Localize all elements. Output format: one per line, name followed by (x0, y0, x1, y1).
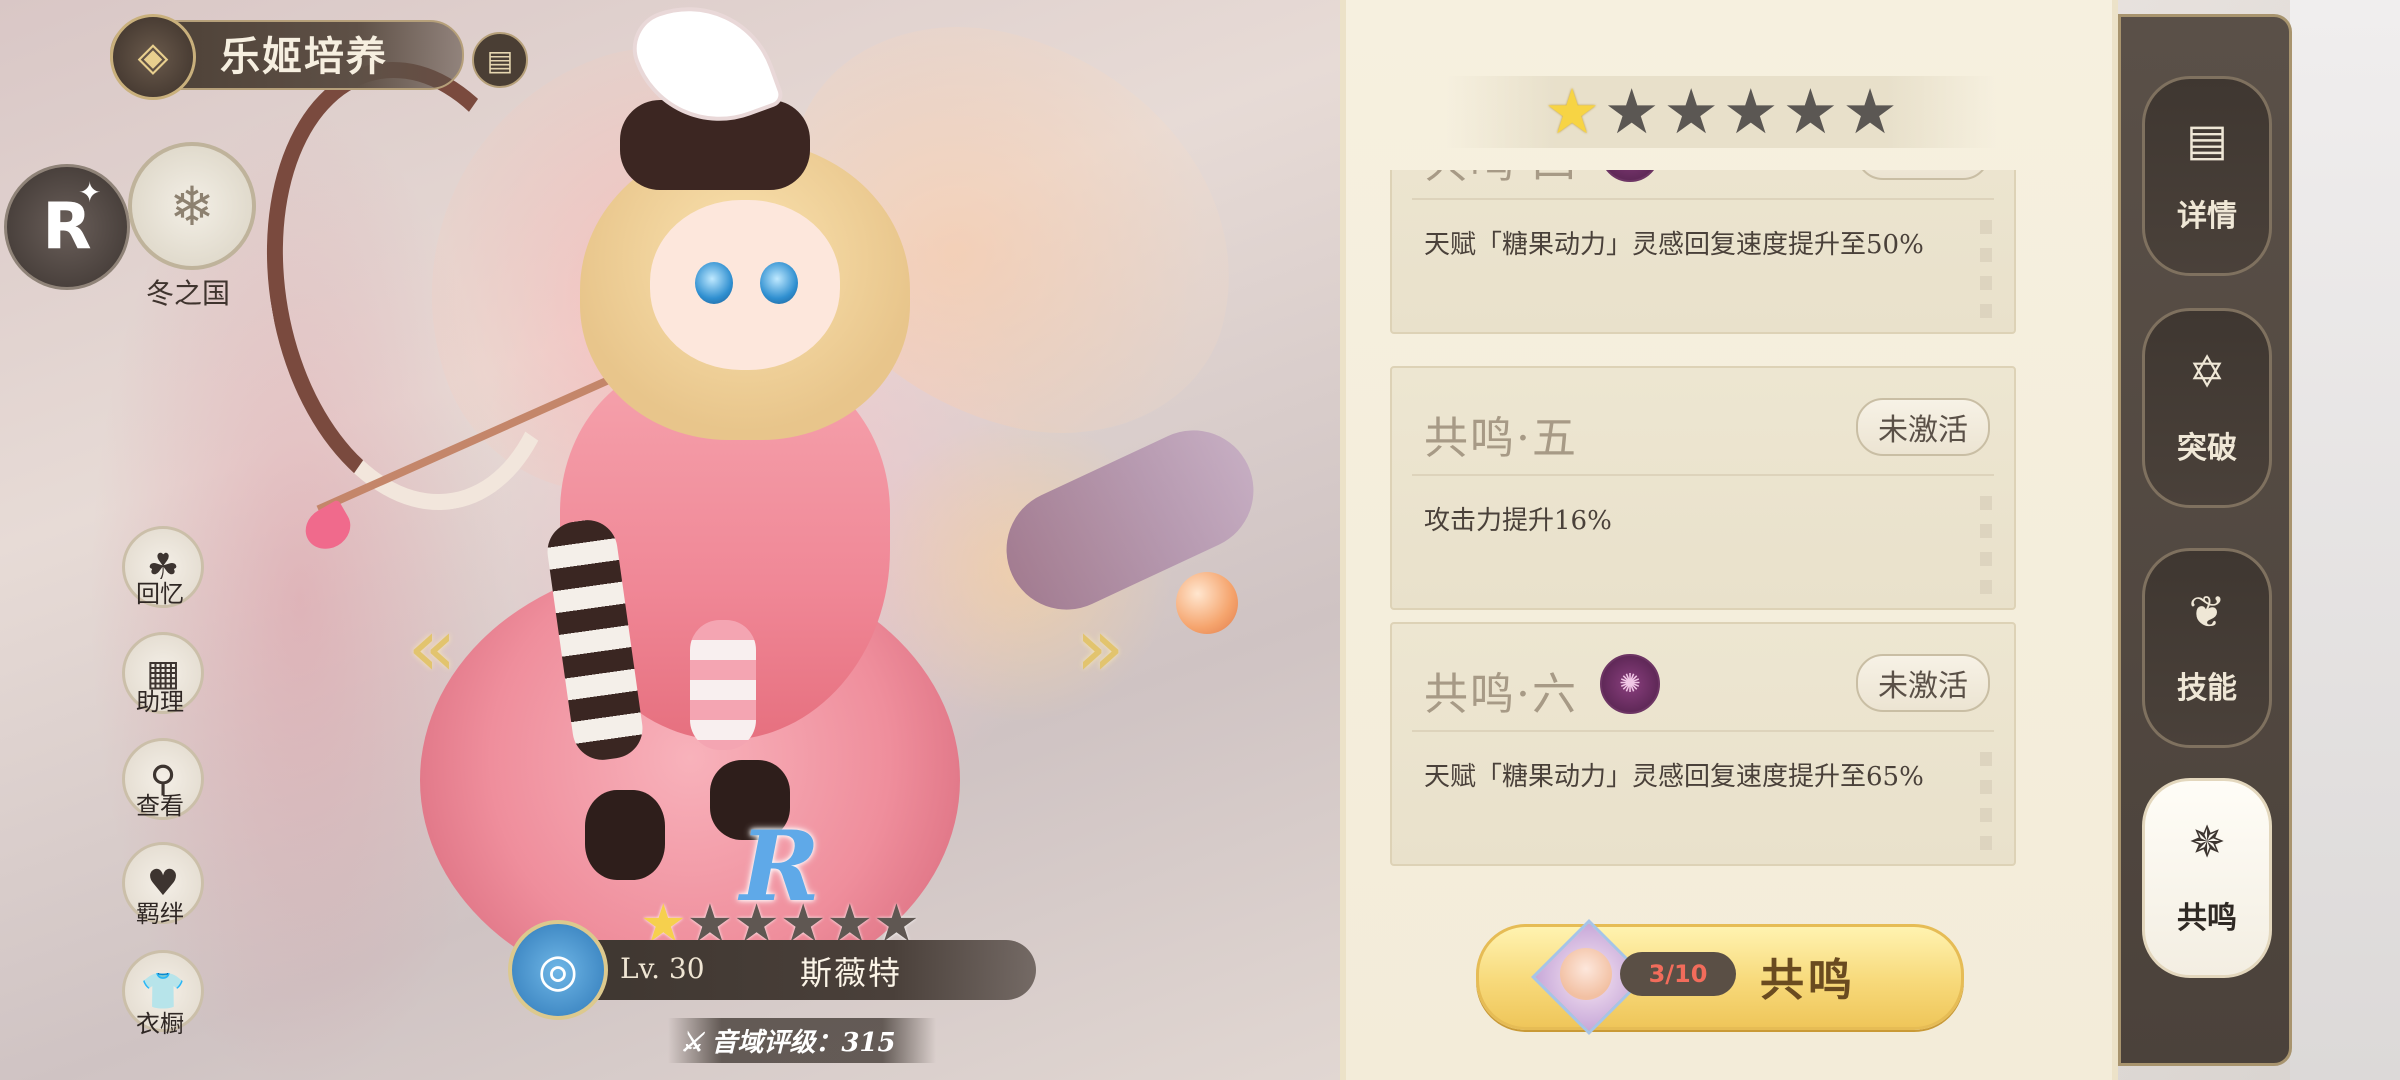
decor-ticks (1980, 752, 1992, 852)
star-empty-icon: ★ (1842, 75, 1898, 148)
tab-skill[interactable]: ❦ 技能 (2142, 548, 2272, 748)
side-nav-label: 助理 (136, 688, 184, 716)
side-nav-label: 回忆 (136, 580, 184, 608)
notes-button[interactable]: ▤ (472, 32, 528, 88)
class-icon: ◎ (508, 920, 608, 1020)
state-badge: 未激活 (1856, 398, 1990, 456)
eye-right (760, 262, 798, 304)
nation-label: 冬之国 (145, 277, 230, 310)
side-nav-label: 查看 (136, 792, 184, 820)
tab-label: 技能 (2177, 671, 2237, 706)
prev-character-arrow[interactable]: « (392, 608, 472, 688)
character-name: 斯薇特 (800, 954, 903, 992)
candy-orb (1176, 572, 1238, 634)
range-rating: ⚔ 音域评级：315 (668, 1018, 936, 1063)
card-title: 共鸣·五 (1424, 413, 1578, 464)
skill-icon: ❦ (2188, 587, 2226, 638)
tab-breakthrough[interactable]: ✡ 突破 (2142, 308, 2272, 508)
resonance-rune-icon: ✺ (1600, 654, 1660, 714)
star-empty-icon: ★ (1603, 75, 1660, 148)
divider (1412, 474, 1994, 476)
card-description: 天赋「糖果动力」灵感回复速度提升至65% (1424, 762, 1924, 792)
resonance-card: 共鸣·五 未激活 攻击力提升16% (1390, 366, 2016, 610)
tab-label: 共鸣 (2177, 901, 2237, 936)
card-title: 共鸣·四 (1424, 170, 1578, 190)
resonance-item-count: 3/10 (1620, 952, 1736, 996)
side-nav-label: 羁绊 (136, 900, 184, 928)
chevron-right-icon: » (1075, 601, 1125, 694)
decor-ticks (1980, 496, 1992, 596)
state-badge: 未激活 (1856, 170, 1990, 180)
resonance-rune-icon: ✺ (1600, 170, 1660, 182)
star-filled-icon: ★ (1544, 75, 1600, 148)
eye-left (695, 262, 733, 304)
divider (1412, 198, 1994, 200)
details-icon: ▤ (2186, 115, 2228, 166)
card-description: 天赋「糖果动力」灵感回复速度提升至50% (1424, 230, 1924, 260)
snowflake-icon: ❄ (169, 174, 215, 238)
next-character-arrow[interactable]: » (1060, 608, 1140, 688)
striped-leg-right (690, 620, 756, 750)
shoe-left (585, 790, 665, 880)
resonance-star-row: ★★★★★★ (1446, 76, 1996, 148)
divider (1412, 730, 1994, 732)
character-level: Lv. 30 (620, 952, 705, 985)
background-edge (2290, 0, 2400, 1080)
bow-class-icon: ◎ (537, 943, 579, 997)
breakthrough-icon: ✡ (2188, 347, 2226, 398)
note-icon: ▤ (486, 43, 514, 77)
tab-label: 突破 (2177, 431, 2237, 466)
rating-text: 音域评级：315 (711, 1028, 896, 1058)
tab-label: 详情 (2177, 199, 2237, 234)
resonance-icon: ✵ (2188, 817, 2226, 868)
swords-icon: ⚔ (680, 1028, 704, 1058)
character-face (650, 200, 840, 370)
resonance-card: 共鸣·六 ✺ 未激活 天赋「糖果动力」灵感回复速度提升至65% (1390, 622, 2016, 866)
state-badge: 未激活 (1856, 654, 1990, 712)
back-emblem-icon: ◈ (137, 34, 169, 80)
rarity-badge: R (4, 164, 130, 290)
card-title: 共鸣·六 (1424, 669, 1578, 720)
star-empty-icon: ★ (1663, 75, 1719, 148)
side-nav-label: 衣橱 (136, 1010, 184, 1038)
decor-ticks (1980, 220, 1992, 320)
tab-resonance[interactable]: ✵ 共鸣 (2142, 778, 2272, 978)
resonate-label: 共鸣 (1760, 955, 1856, 1006)
resonance-item-avatar (1560, 948, 1612, 1000)
star-empty-icon: ★ (1782, 75, 1839, 148)
card-description: 攻击力提升16% (1424, 506, 1612, 536)
nation-emblem[interactable]: ❄ (128, 142, 256, 270)
tab-details[interactable]: ▤ 详情 (2142, 76, 2272, 276)
sparkle-icon: ✦ (78, 176, 102, 209)
chevron-left-icon: « (407, 601, 457, 694)
resonance-list[interactable]: 共鸣·四 ✺ 未激活 天赋「糖果动力」灵感回复速度提升至50% 共鸣·五 未激活… (1390, 170, 2016, 880)
resonance-card: 共鸣·四 ✺ 未激活 天赋「糖果动力」灵感回复速度提升至50% (1390, 170, 2016, 334)
page-title: 乐姬培养 (220, 33, 388, 80)
back-button[interactable]: ◈ (110, 14, 196, 100)
star-empty-icon: ★ (1723, 75, 1779, 148)
